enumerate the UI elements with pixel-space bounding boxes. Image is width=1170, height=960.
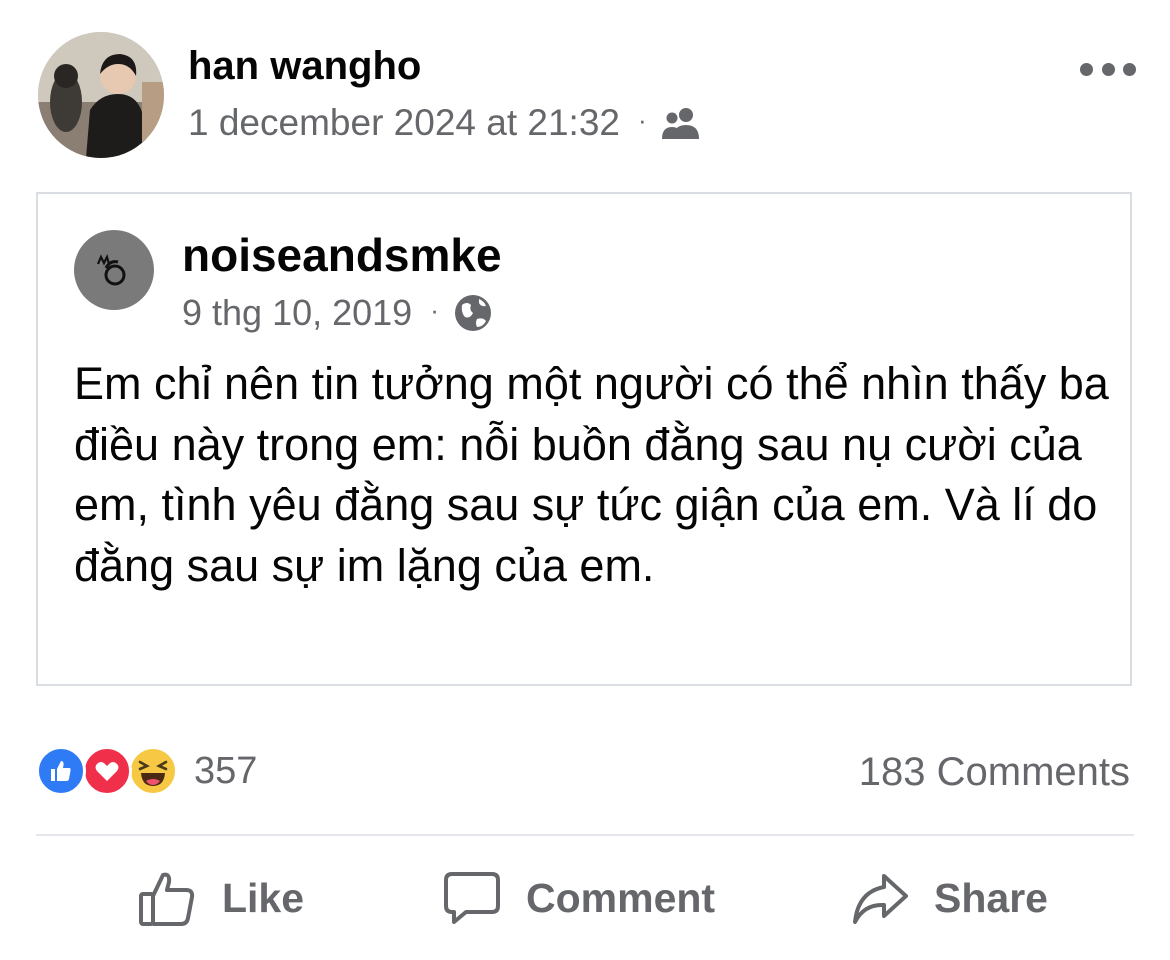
like-reaction-icon — [36, 746, 86, 796]
post-meta: 1 december 2024 at 21:32 · — [188, 102, 703, 144]
more-dot — [1101, 62, 1115, 76]
friends-icon[interactable] — [661, 106, 703, 140]
shared-author-name[interactable]: noiseandsmke — [182, 228, 502, 282]
comment-label: Comment — [526, 874, 716, 921]
haha-reaction-icon — [128, 746, 178, 796]
love-reaction-icon — [82, 746, 132, 796]
shared-author-logo — [96, 253, 126, 286]
globe-icon[interactable] — [453, 293, 493, 333]
like-label: Like — [222, 874, 305, 921]
divider — [36, 834, 1134, 836]
shared-post-text: Em chỉ nên tin tưởng một người có thể nh… — [74, 358, 1109, 591]
comments-count[interactable]: 183 Comments — [859, 750, 1130, 795]
reaction-count[interactable]: 357 — [194, 750, 257, 793]
avatar-photo — [38, 32, 164, 158]
share-arrow-icon — [853, 874, 908, 924]
comment-bubble-icon — [444, 872, 500, 924]
author-name[interactable]: han wangho — [188, 44, 421, 89]
share-button[interactable]: Share — [850, 860, 1048, 936]
meta-separator: · — [638, 104, 647, 135]
more-dot — [1123, 62, 1136, 76]
comment-button[interactable]: Comment — [442, 860, 715, 936]
like-button[interactable]: Like — [136, 860, 304, 936]
more-dot — [1080, 62, 1093, 76]
thumbs-up-icon — [139, 872, 195, 926]
post-timestamp[interactable]: 1 december 2024 at 21:32 — [188, 102, 620, 144]
meta-separator: · — [430, 294, 439, 325]
reactions-summary[interactable]: 357 — [36, 746, 257, 796]
author-avatar[interactable] — [38, 32, 164, 158]
more-options-icon[interactable] — [1080, 54, 1136, 84]
shared-post-date[interactable]: 9 thg 10, 2019 — [182, 292, 412, 334]
shared-post-meta: 9 thg 10, 2019 · — [182, 292, 493, 334]
shared-author-avatar[interactable] — [74, 230, 154, 310]
share-label: Share — [934, 874, 1048, 921]
